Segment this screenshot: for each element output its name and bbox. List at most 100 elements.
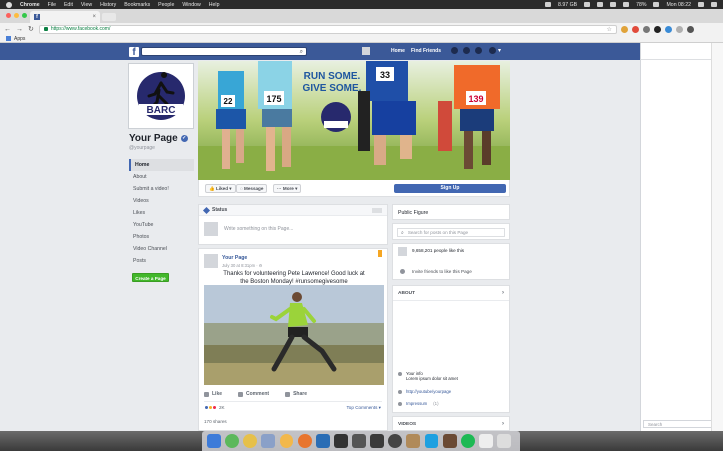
- share-count[interactable]: 170 shares: [204, 419, 227, 424]
- spotify-icon[interactable]: [460, 434, 475, 448]
- url-text[interactable]: https://www.facebook.com/: [51, 26, 110, 32]
- back-icon[interactable]: ←: [4, 26, 11, 33]
- new-tab-button[interactable]: [102, 13, 116, 21]
- comment-button[interactable]: Comment: [238, 391, 269, 397]
- nav-home[interactable]: Home: [391, 48, 405, 54]
- menu-history[interactable]: History: [100, 2, 116, 8]
- extension-icon[interactable]: [642, 25, 650, 33]
- finder-icon[interactable]: [207, 434, 221, 448]
- share-button[interactable]: Share: [285, 391, 307, 397]
- app-icon[interactable]: [315, 434, 330, 448]
- chrome-icon[interactable]: [243, 434, 258, 448]
- menu-edit[interactable]: Edit: [64, 2, 73, 8]
- nav-item-likes[interactable]: Likes: [129, 207, 194, 219]
- impressum-link[interactable]: Impressum: [406, 401, 427, 406]
- zoom-window-button[interactable]: [22, 13, 27, 18]
- account-menu-icon[interactable]: ▾: [498, 47, 501, 54]
- user-avatar[interactable]: [362, 47, 370, 55]
- chat-search-input[interactable]: Search: [643, 420, 713, 428]
- firefox-icon[interactable]: [297, 434, 312, 448]
- terminal-icon[interactable]: [333, 434, 348, 448]
- nav-item-home[interactable]: Home: [129, 159, 194, 171]
- page-handle[interactable]: @yourpage: [129, 145, 155, 151]
- nav-item-video-channel[interactable]: Video Channel: [129, 243, 194, 255]
- reaction-count[interactable]: 2K: [219, 405, 225, 410]
- spotlight-icon[interactable]: [698, 2, 704, 7]
- bluetooth-icon[interactable]: [597, 2, 604, 7]
- nav-item-photos[interactable]: Photos: [129, 231, 194, 243]
- invite-friends-link[interactable]: Invite friends to like this Page: [412, 269, 472, 274]
- page-profile-picture[interactable]: BARC: [129, 64, 193, 128]
- quick-help-icon[interactable]: [489, 47, 496, 54]
- extension-icon[interactable]: [620, 25, 628, 33]
- menu-app[interactable]: Chrome: [20, 2, 40, 8]
- extension-icon[interactable]: [675, 25, 683, 33]
- liked-button[interactable]: 👍 Liked ▾: [205, 184, 236, 193]
- forward-icon[interactable]: →: [16, 26, 23, 33]
- battery-percent[interactable]: 78%: [636, 2, 646, 8]
- nav-item-videos[interactable]: Videos: [129, 195, 194, 207]
- post-flag-icon[interactable]: [378, 250, 382, 257]
- facebook-logo-icon[interactable]: f: [129, 47, 139, 57]
- nav-item-youtube[interactable]: YouTube: [129, 219, 194, 231]
- reload-icon[interactable]: ↻: [28, 25, 34, 33]
- page-title-text[interactable]: Your Page: [129, 133, 178, 144]
- nav-item-posts[interactable]: Posts: [129, 255, 194, 267]
- chrome-menu-icon[interactable]: [686, 25, 694, 33]
- cloud-icon[interactable]: [584, 2, 591, 7]
- composer-input[interactable]: Write something on this Page...: [224, 226, 293, 232]
- app-icon[interactable]: [352, 434, 366, 448]
- reaction-summary[interactable]: 2K: [204, 405, 225, 410]
- composer-options-icon[interactable]: [372, 207, 382, 213]
- app-icon[interactable]: [442, 434, 457, 448]
- close-tab-icon[interactable]: ×: [92, 14, 96, 20]
- wifi-icon[interactable]: [610, 2, 617, 7]
- about-header[interactable]: ABOUT ›: [393, 286, 509, 301]
- apps-grid-icon[interactable]: [6, 36, 11, 41]
- memory-icon[interactable]: [545, 2, 552, 7]
- clock[interactable]: Mon 08:22: [666, 2, 691, 8]
- skype-icon[interactable]: [424, 434, 439, 448]
- app-icon[interactable]: [225, 434, 240, 448]
- volume-icon[interactable]: [623, 2, 630, 7]
- cover-photo[interactable]: 22 175 RUN SOME. GIVE SOME. 33 139: [198, 61, 510, 180]
- search-icon[interactable]: ⌕: [300, 49, 303, 56]
- message-button[interactable]: ◌ Message: [236, 184, 268, 193]
- app-icon[interactable]: [406, 434, 421, 448]
- apple-icon[interactable]: [6, 1, 12, 8]
- post-author[interactable]: Your Page: [222, 255, 247, 261]
- browser-tab-facebook[interactable]: f ×: [30, 11, 100, 23]
- nav-item-about[interactable]: About: [129, 171, 194, 183]
- post-timestamp[interactable]: July 30 at 8:31pm · ⚙: [222, 263, 263, 268]
- github-icon[interactable]: [388, 434, 403, 448]
- extension-icon[interactable]: [631, 25, 639, 33]
- notifications-icon[interactable]: [475, 47, 482, 54]
- avatar[interactable]: [204, 254, 218, 268]
- trash-icon[interactable]: [497, 434, 511, 448]
- close-window-button[interactable]: [6, 13, 11, 18]
- composer-status-tab[interactable]: Status: [212, 207, 227, 213]
- app-icon[interactable]: [279, 434, 294, 448]
- document-icon[interactable]: [478, 434, 493, 448]
- post-photo[interactable]: [204, 285, 384, 385]
- minimize-window-button[interactable]: [14, 13, 19, 18]
- friend-requests-icon[interactable]: [451, 47, 458, 54]
- menu-bookmarks[interactable]: Bookmarks: [124, 2, 150, 8]
- menu-view[interactable]: View: [81, 2, 92, 8]
- extension-icon[interactable]: [664, 25, 672, 33]
- menu-window[interactable]: Window: [182, 2, 200, 8]
- page-like-count[interactable]: 9,658,201 people like this: [412, 248, 464, 253]
- extension-icon[interactable]: [653, 25, 661, 33]
- menu-help[interactable]: Help: [209, 2, 220, 8]
- messages-icon[interactable]: [463, 47, 470, 54]
- about-website-link[interactable]: http://youtube/yourpage: [406, 389, 451, 394]
- like-button[interactable]: Like: [204, 391, 222, 397]
- flag-icon[interactable]: [653, 2, 660, 7]
- nav-item-submit-video[interactable]: Submit a video!: [129, 183, 194, 195]
- sign-up-button[interactable]: Sign Up: [394, 184, 506, 193]
- page-scrollbar[interactable]: [711, 43, 723, 431]
- nav-find-friends[interactable]: Find Friends: [411, 48, 441, 54]
- bookmark-star-icon[interactable]: ☆: [606, 26, 611, 33]
- page-category[interactable]: Public Figure: [398, 210, 428, 216]
- more-button[interactable]: ··· More ▾: [273, 184, 302, 193]
